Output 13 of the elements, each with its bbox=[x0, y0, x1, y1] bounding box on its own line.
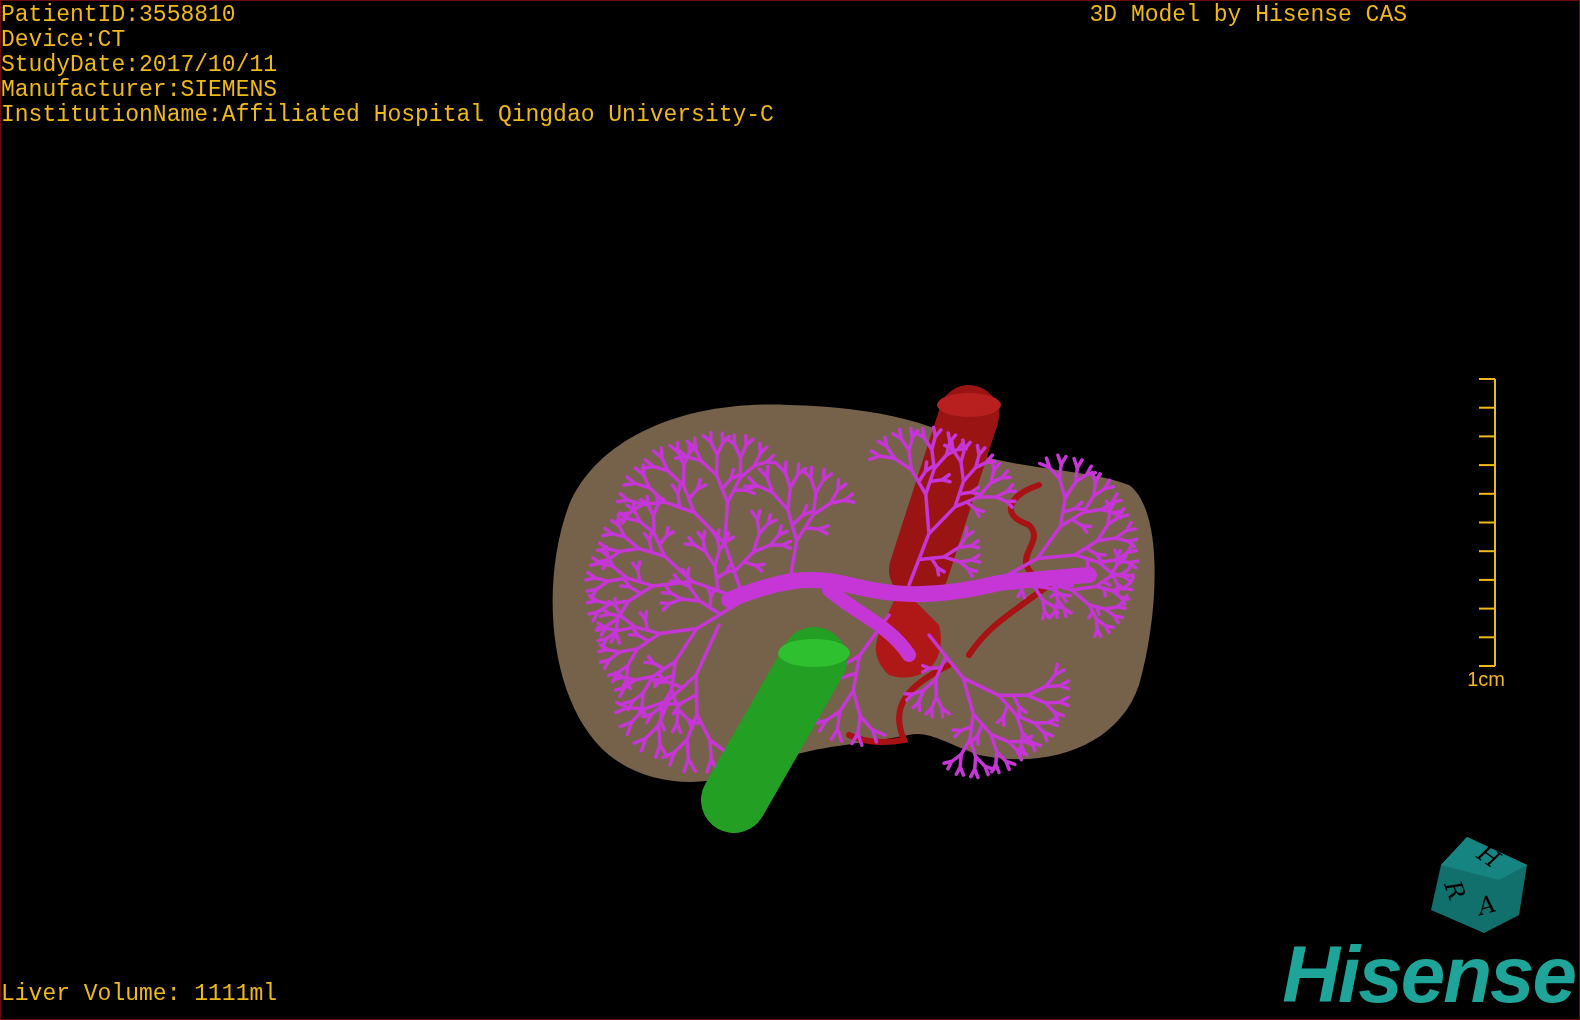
info-text: PatientID:3558810 bbox=[1, 3, 237, 28]
cube-face-label: A bbox=[1474, 889, 1499, 922]
liver-volume-text: Liver Volume: 1111ml bbox=[1, 982, 278, 1009]
info-text: InstitutionName:Affiliated Hospital Qingdao University-C bbox=[1, 103, 774, 128]
cube-face-label: R bbox=[1438, 877, 1471, 904]
info-text: Manufacturer:SIEMENS bbox=[1, 78, 279, 103]
scale-label: 1cm bbox=[1467, 668, 1505, 690]
brand-logo: Hisense bbox=[1282, 935, 1575, 1015]
cube-face-label: H bbox=[1472, 838, 1506, 874]
info-text: StudyDate:2017/10/11 bbox=[1, 53, 279, 78]
orientation-cube-drawing[interactable] bbox=[1431, 837, 1527, 933]
info-text: Device:CT bbox=[1, 28, 127, 53]
title-text: 3D Model by Hisense CAS bbox=[1089, 3, 1407, 30]
